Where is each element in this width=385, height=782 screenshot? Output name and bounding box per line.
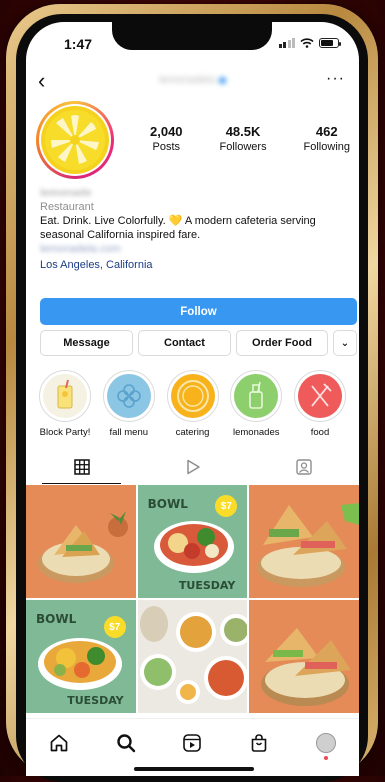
profile-tabs <box>26 450 359 484</box>
lemonade-glass-icon <box>57 379 73 409</box>
post-thumbnail[interactable] <box>249 485 359 598</box>
contact-button[interactable]: Contact <box>138 330 231 356</box>
notch <box>112 22 272 50</box>
food-spread-photo <box>139 606 248 704</box>
plate-icon <box>176 380 209 412</box>
shopping-bag-icon <box>251 734 267 752</box>
search-icon <box>117 734 136 753</box>
nav-profile[interactable] <box>312 731 340 760</box>
nav-search[interactable] <box>112 731 140 755</box>
bottle-icon <box>249 381 264 409</box>
profile-stats: 2,040 Posts 48.5K Followers 462 Following <box>150 124 350 153</box>
profile-avatar-icon <box>315 733 336 753</box>
battery-icon <box>319 38 341 48</box>
tab-reels[interactable] <box>137 450 248 484</box>
nav-reels[interactable] <box>178 731 206 755</box>
tab-tagged[interactable] <box>248 450 359 484</box>
notification-dot-icon <box>323 756 328 760</box>
profile-display-name: lemonade <box>40 187 92 199</box>
highlight-catering[interactable]: catering <box>162 370 224 438</box>
profile-header: ‹ lemonadelu ··· <box>26 68 359 96</box>
post-bowl-day: TUESDAY <box>178 579 236 592</box>
nav-home[interactable] <box>45 731 73 755</box>
stat-posts[interactable]: 2,040 Posts <box>150 124 183 153</box>
app-screen: 1:47 ‹ lemonadelu ··· 2,040 Posts 48.5K … <box>26 22 359 776</box>
posts-grid: BOWL $7 TUESDAY BOWL $7 TUESDAY <box>26 485 359 713</box>
bio-website-link[interactable]: lemonadela.com <box>40 242 345 256</box>
lemon-logo-icon <box>41 106 109 174</box>
highlight-food[interactable]: food <box>289 370 351 438</box>
highlight-lemonades[interactable]: lemonades <box>225 370 287 438</box>
fork-knife-icon <box>311 383 332 407</box>
home-indicator[interactable] <box>134 767 254 771</box>
profile-username: lemonadelu <box>26 74 359 86</box>
post-bowl-day: TUESDAY <box>67 694 124 707</box>
nav-shop[interactable] <box>245 731 273 755</box>
profile-bio: lemonade Restaurant Eat. Drink. Live Col… <box>40 186 345 272</box>
suggested-accounts-chevron-icon[interactable]: ⌄ <box>333 330 357 356</box>
verified-badge-icon <box>218 76 226 84</box>
reels-icon <box>183 734 202 752</box>
action-buttons: Message Contact Order Food ⌄ <box>40 330 357 356</box>
sandwich-photo <box>257 503 359 587</box>
follow-button[interactable]: Follow <box>40 298 357 325</box>
flower-icon <box>116 384 141 408</box>
message-button[interactable]: Message <box>40 330 133 356</box>
post-thumbnail[interactable] <box>249 600 359 713</box>
sandwich-photo <box>38 511 128 583</box>
bio-location-link[interactable]: Los Angeles, California <box>40 258 345 272</box>
tagged-person-icon <box>295 459 312 475</box>
signal-icon <box>278 38 295 48</box>
stat-following[interactable]: 462 Following <box>304 124 350 153</box>
stat-followers[interactable]: 48.5K Followers <box>220 124 267 153</box>
profile-avatar[interactable] <box>36 101 114 179</box>
more-options-icon[interactable]: ··· <box>326 70 345 88</box>
post-thumbnail[interactable]: BOWL $7 TUESDAY <box>26 600 136 713</box>
wifi-icon <box>300 38 314 48</box>
status-time: 1:47 <box>64 36 93 52</box>
bio-line-1: Eat. Drink. Live Colorfully. 💛 A modern … <box>40 215 316 227</box>
home-icon <box>50 734 68 752</box>
post-thumbnail[interactable]: BOWL $7 TUESDAY <box>137 485 248 598</box>
bio-line-2: seasonal California inspired fare. <box>40 229 201 241</box>
status-icons <box>278 38 341 48</box>
post-thumbnail[interactable] <box>137 600 248 713</box>
play-icon <box>186 459 200 475</box>
profile-category: Restaurant <box>40 201 94 213</box>
sandwich-photo <box>261 628 352 706</box>
tab-grid[interactable] <box>26 450 137 484</box>
highlight-fall-menu[interactable]: fall menu <box>98 370 160 438</box>
story-highlights: Block Party! fall menu catering lemonade… <box>34 370 359 438</box>
post-thumbnail[interactable] <box>26 485 136 598</box>
order-food-button[interactable]: Order Food <box>236 330 328 356</box>
grid-icon <box>73 459 90 475</box>
highlight-block-party[interactable]: Block Party! <box>34 370 96 438</box>
